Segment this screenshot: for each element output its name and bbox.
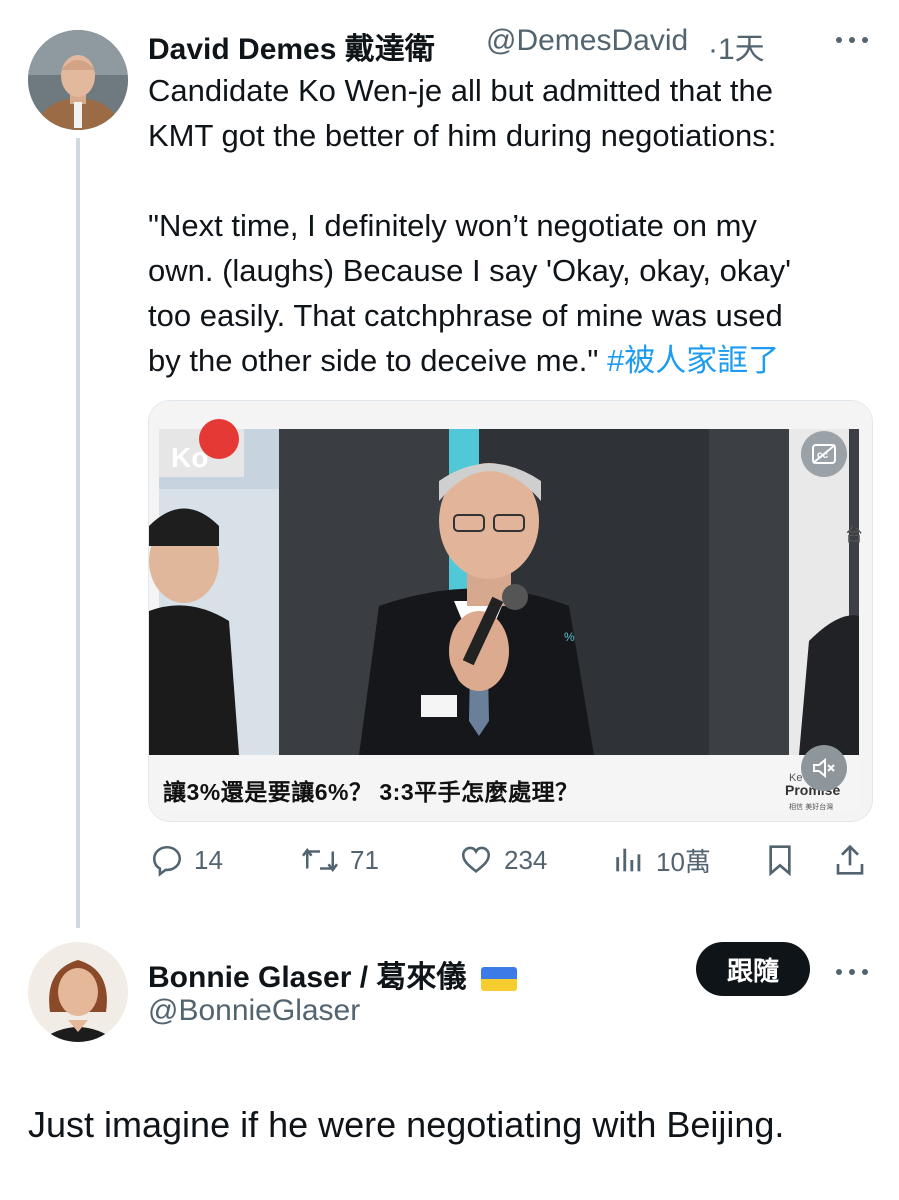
retweet-icon [301,847,339,873]
like-count: 234 [504,844,548,875]
reply-avatar-image [28,942,128,1042]
tweet-quote-line: too easily. That catchphrase of mine was… [148,298,783,333]
retweet-count: 71 [350,844,379,875]
avatar[interactable] [28,30,128,130]
author-name[interactable]: David Demes 戴達衛 [148,24,435,68]
reply-count: 14 [194,844,223,875]
share-button[interactable] [834,838,866,882]
views-action[interactable]: 10萬 [612,838,711,882]
tweet-text-line: Candidate Ko Wen-je all but admitted tha… [148,73,773,108]
more-dots-icon[interactable] [834,958,870,989]
views-chart-icon [616,848,641,872]
tweet-quote-line: by the other side to deceive me." #被人家誆了 [148,343,780,378]
captions-button[interactable]: cc [801,431,847,477]
brand-subtext: 相信 美好台灣 [789,802,833,811]
retweet-action[interactable]: 71 [300,838,379,882]
lapel-pin-text: % [564,630,575,644]
follow-button[interactable]: 跟隨 [696,942,810,996]
more-dots-icon[interactable] [834,26,870,57]
views-count: 10萬 [656,846,711,877]
reply-author-handle[interactable]: @BonnieGlaser [148,994,360,1028]
author-handle[interactable]: @DemesDavid [486,24,688,58]
heart-icon [461,846,491,873]
corner-sign-text: 台 [845,525,863,546]
logo-text: Ko [171,442,208,473]
tweet-text-line: KMT got the better of him during negotia… [148,118,777,153]
video-caption: 讓3%還是要讓6%？ 3:3平手怎麼處理？ [163,779,579,805]
ukraine-flag-icon [480,967,517,992]
mute-button[interactable] [801,745,847,791]
reply-author-name[interactable]: Bonnie Glaser / 葛來儀 [148,952,517,996]
reply-avatar[interactable] [28,942,128,1042]
tweet-quote-line: "Next time, I definitely won’t negotiate… [148,208,757,243]
bookmark-icon [769,845,791,877]
tweet-quote-line: own. (laughs) Because I say 'Okay, okay,… [148,253,792,288]
reply-action[interactable]: 14 [150,838,223,882]
closed-captions-icon: cc [812,444,836,464]
avatar-image [28,30,128,130]
reply-icon [152,845,182,877]
tweet-timestamp[interactable]: ·1天 [708,24,765,68]
bookmark-button[interactable] [764,838,796,882]
speaker-muted-icon [813,757,835,779]
video-player[interactable]: Ko 台 % Ke Promise 相信 美好台灣 讓3%還是要讓6%？ 3:3… [148,400,873,822]
video-frame: Ko 台 % Ke Promise 相信 美好台灣 [149,401,872,821]
tweet-text: Candidate Ko Wen-je all but admitted tha… [148,68,878,383]
share-icon [836,844,864,875]
like-action[interactable]: 234 [458,838,547,882]
thread-connector-line [76,138,80,928]
reply-text: Just imagine if he were negotiating with… [28,1104,785,1145]
hashtag-link[interactable]: #被人家誆了 [607,343,779,378]
